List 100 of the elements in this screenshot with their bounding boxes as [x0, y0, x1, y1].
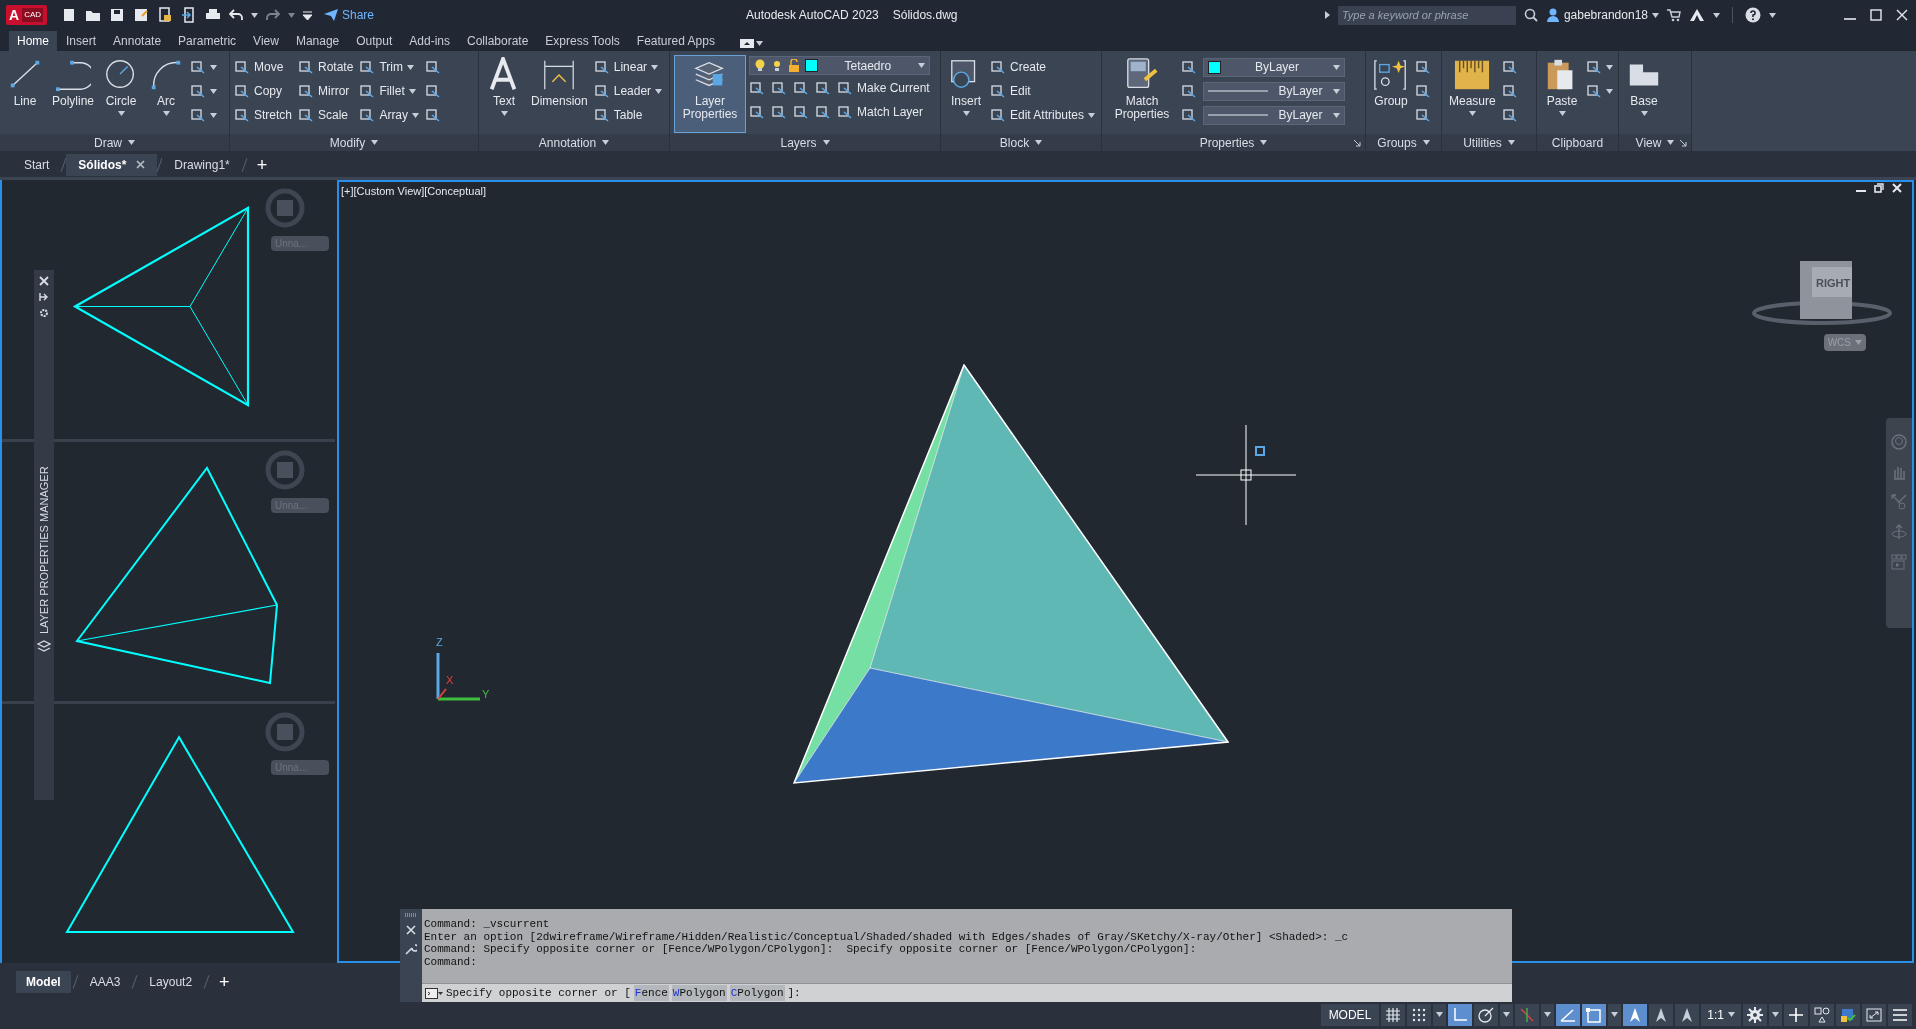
- status-toggle[interactable]: [1515, 1003, 1540, 1026]
- dropdown-button[interactable]: [1500, 1003, 1514, 1026]
- ribbon-tool-button[interactable]: Mirror: [298, 80, 354, 102]
- annotation-scale-button[interactable]: 1:1: [1701, 1003, 1741, 1026]
- dropdown-button[interactable]: [1608, 1003, 1622, 1026]
- launcher-icon[interactable]: [1680, 140, 1687, 147]
- status-toggle[interactable]: [1381, 1003, 1406, 1026]
- status-toggle[interactable]: [1448, 1003, 1473, 1026]
- ribbon-tool-button[interactable]: Fillet: [359, 80, 420, 102]
- ribbon-tool-button[interactable]: Array: [359, 104, 420, 126]
- ribbon-tool-button[interactable]: Move: [234, 56, 292, 78]
- ribbon-tool-button[interactable]: Scale: [298, 104, 354, 126]
- panel-title: Block: [999, 134, 1030, 152]
- ribbon-tab[interactable]: Insert: [58, 31, 105, 51]
- ribbon-large-button[interactable]: Dimension: [528, 55, 591, 133]
- status-toggle[interactable]: [1582, 1003, 1607, 1026]
- ribbon-large-button[interactable]: Polyline: [49, 55, 98, 133]
- command-line-field[interactable]: Specify opposite corner or [ Fence WPolygon CPolygon ]:: [422, 983, 1512, 1002]
- ribbon-tool-button[interactable]: Linear: [593, 56, 663, 78]
- ribbon-large-button[interactable]: Line: [4, 55, 46, 133]
- layout-tab[interactable]: Model: [16, 970, 71, 993]
- ribbon-tab[interactable]: Express Tools: [537, 31, 628, 51]
- status-toggle[interactable]: [1474, 1003, 1499, 1026]
- layout-tab[interactable]: AAA3: [79, 970, 131, 993]
- maximize-button[interactable]: [1870, 9, 1882, 21]
- command-option[interactable]: CPolygon: [729, 984, 785, 1002]
- dropdown-button[interactable]: [1769, 1003, 1782, 1026]
- status-toggle[interactable]: [1675, 1003, 1700, 1026]
- status-button[interactable]: [1836, 1003, 1860, 1026]
- ribbon-tool-button[interactable]: Make Current: [837, 77, 930, 99]
- search-field[interactable]: Type a keyword or phrase: [1337, 5, 1516, 25]
- ribbon-tool-button[interactable]: Table: [593, 104, 663, 126]
- ribbon-tab[interactable]: Manage: [287, 31, 348, 51]
- status-button[interactable]: [1888, 1003, 1912, 1026]
- ribbon-display-button[interactable]: [739, 39, 763, 48]
- layout-tab[interactable]: Layout2: [139, 970, 203, 993]
- user-menu[interactable]: gabebrandon18: [1545, 6, 1659, 24]
- ribbon-large-button[interactable]: Match Properties: [1106, 55, 1178, 133]
- new-tab-button[interactable]: +: [246, 155, 278, 174]
- caret-icon: [288, 12, 295, 18]
- document-tab[interactable]: Start: [12, 153, 62, 176]
- ribbon-tool-button[interactable]: Rotate: [298, 56, 354, 78]
- ribbon-large-button[interactable]: Measure: [1446, 55, 1499, 133]
- status-toggle[interactable]: [1556, 1003, 1581, 1026]
- ribbon-tab[interactable]: Output: [348, 31, 401, 51]
- command-option[interactable]: WPolygon: [671, 984, 727, 1002]
- ribbon-tool-button[interactable]: Edit Attributes: [990, 104, 1096, 126]
- ribbon-large-button[interactable]: Paste: [1541, 55, 1583, 133]
- document-tab[interactable]: Sólidos*: [66, 153, 158, 176]
- status-toggle[interactable]: [1649, 1003, 1674, 1026]
- ribbon-tool-button[interactable]: Trim: [359, 56, 420, 78]
- model-space-button[interactable]: MODEL: [1320, 1003, 1380, 1026]
- command-option[interactable]: Fence: [633, 984, 669, 1002]
- dropdown-field[interactable]: ByLayer: [1203, 57, 1345, 77]
- view-cube-icon: [265, 712, 305, 752]
- ribbon-large-button[interactable]: Layer Properties: [674, 55, 746, 133]
- ribbon-tab[interactable]: Add-ins: [401, 31, 458, 51]
- ribbon-large-button[interactable]: Insert: [945, 55, 987, 133]
- new-layout-button[interactable]: +: [211, 972, 238, 991]
- ribbon-tool-button[interactable]: Stretch: [234, 104, 292, 126]
- tool-icon: [1586, 83, 1602, 99]
- dropdown-field[interactable]: ByLayer: [1203, 81, 1345, 101]
- document-tab[interactable]: Drawing1*: [162, 153, 242, 176]
- share-button[interactable]: Share: [324, 6, 375, 24]
- app-logo[interactable]: A CAD: [6, 5, 47, 25]
- tool-icon: [793, 104, 809, 120]
- status-toggle[interactable]: [1407, 1003, 1432, 1026]
- status-toggle[interactable]: [1623, 1003, 1648, 1026]
- ribbon-large-button[interactable]: Text: [483, 55, 525, 133]
- ribbon-tab[interactable]: Collaborate: [459, 31, 537, 51]
- person-icon: [1545, 8, 1560, 22]
- dropdown-button[interactable]: [1541, 1003, 1555, 1026]
- ribbon-large-button[interactable]: Base: [1623, 55, 1665, 133]
- ribbon-large-button[interactable]: Arc: [145, 55, 188, 133]
- tool-icon: [1501, 59, 1518, 75]
- ribbon-tool-button[interactable]: Edit: [990, 80, 1096, 102]
- ribbon-tab[interactable]: Annotate: [105, 31, 170, 51]
- corner-icon: [1452, 1006, 1469, 1023]
- status-button[interactable]: [1784, 1003, 1808, 1026]
- close-button[interactable]: [1896, 9, 1908, 21]
- viewport-label[interactable]: [+][Custom View][Conceptual]: [341, 183, 486, 200]
- caret-icon: [962, 111, 970, 116]
- ribbon-tab[interactable]: View: [245, 31, 287, 51]
- ribbon-tab[interactable]: Featured Apps: [628, 31, 723, 51]
- launcher-icon[interactable]: [1354, 140, 1361, 147]
- ribbon-tool-button[interactable]: Leader: [593, 80, 663, 102]
- dropdown-button[interactable]: [1433, 1003, 1447, 1026]
- ribbon-tool-button[interactable]: Create: [990, 56, 1096, 78]
- status-button[interactable]: [1743, 1003, 1767, 1026]
- status-button[interactable]: [1862, 1003, 1886, 1026]
- ribbon-large-button[interactable]: Group: [1370, 55, 1412, 133]
- ribbon-tab[interactable]: Parametric: [170, 31, 245, 51]
- ribbon-tab[interactable]: Home: [9, 31, 57, 51]
- ribbon-large-button[interactable]: Circle: [100, 55, 143, 133]
- dropdown-field[interactable]: ByLayer: [1203, 105, 1345, 125]
- dropdown-field[interactable]: Tetaedro: [749, 56, 930, 75]
- view-cube[interactable]: RIGHT: [1752, 257, 1892, 327]
- ribbon-tool-button[interactable]: Match Layer: [837, 101, 930, 123]
- status-button[interactable]: [1810, 1003, 1834, 1026]
- ribbon-tool-button[interactable]: Copy: [234, 80, 292, 102]
